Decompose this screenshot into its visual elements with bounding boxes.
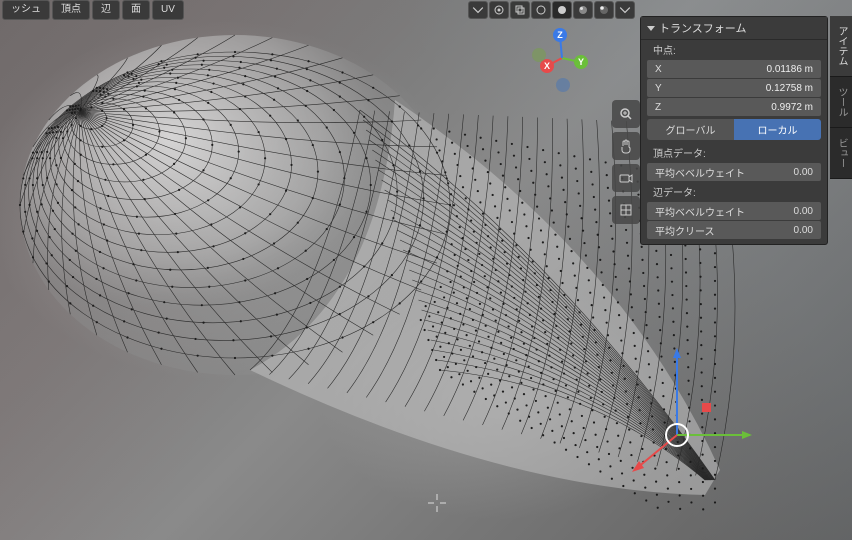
solid-shading-icon[interactable] bbox=[552, 1, 572, 19]
coord-x-field[interactable]: X0.01186 m bbox=[647, 60, 821, 78]
local-space-button[interactable]: ローカル bbox=[734, 119, 821, 140]
zoom-icon[interactable] bbox=[612, 100, 640, 128]
pan-hand-icon[interactable] bbox=[612, 132, 640, 160]
median-label: 中点: bbox=[641, 40, 827, 59]
tab-view[interactable]: ビュー bbox=[830, 128, 852, 179]
n-panel-tabs: アイテム ツール ビュー bbox=[830, 16, 852, 179]
coord-y-field[interactable]: Y0.12758 m bbox=[647, 79, 821, 97]
gizmo-y-axis[interactable]: Y bbox=[574, 55, 588, 69]
crease-field[interactable]: 平均クリース0.00 bbox=[647, 221, 821, 239]
overlay-shading-row bbox=[468, 1, 635, 19]
vertex-data-label: 頂点データ: bbox=[641, 143, 827, 162]
collapse-triangle-icon[interactable] bbox=[647, 26, 655, 31]
perspective-toggle-icon[interactable] bbox=[612, 196, 640, 224]
menu-edge[interactable]: 辺 bbox=[92, 0, 120, 20]
global-space-button[interactable]: グローバル bbox=[647, 119, 734, 140]
tab-item[interactable]: アイテム bbox=[830, 16, 852, 77]
tab-tool[interactable]: ツール bbox=[830, 77, 852, 128]
wireframe-shading-icon[interactable] bbox=[531, 1, 551, 19]
rendered-shading-icon[interactable] bbox=[594, 1, 614, 19]
material-shading-icon[interactable] bbox=[573, 1, 593, 19]
overlay-toggle-icon[interactable] bbox=[489, 1, 509, 19]
shading-dropdown-icon[interactable] bbox=[615, 1, 635, 19]
transform-panel: トランスフォーム 中点: X0.01186 m Y0.12758 m Z0.99… bbox=[640, 16, 828, 245]
menu-uv[interactable]: UV bbox=[152, 0, 184, 20]
coord-z-field[interactable]: Z0.9972 m bbox=[647, 98, 821, 116]
menu-vertex[interactable]: 頂点 bbox=[52, 0, 90, 20]
menu-face[interactable]: 面 bbox=[122, 0, 150, 20]
gizmo-neg-z[interactable] bbox=[556, 78, 570, 92]
gizmo-neg-y[interactable] bbox=[532, 48, 546, 62]
gizmo-z-axis[interactable]: Z bbox=[553, 28, 567, 42]
crosshair-cursor-icon bbox=[428, 494, 446, 512]
menu-mesh[interactable]: ッシュ bbox=[2, 0, 50, 20]
dropdown-icon[interactable] bbox=[468, 1, 488, 19]
xray-toggle-icon[interactable] bbox=[510, 1, 530, 19]
panel-title: トランスフォーム bbox=[659, 20, 746, 36]
bevel-weight-edge-field[interactable]: 平均ベベルウェイト0.00 bbox=[647, 202, 821, 220]
edge-data-label: 辺データ: bbox=[641, 182, 827, 201]
camera-view-icon[interactable] bbox=[612, 164, 640, 192]
viewport-tool-column bbox=[612, 100, 640, 224]
bevel-weight-vertex-field[interactable]: 平均ベベルウェイト0.00 bbox=[647, 163, 821, 181]
navigation-gizmo[interactable]: X Y Z bbox=[522, 18, 602, 98]
panel-header[interactable]: トランスフォーム bbox=[641, 17, 827, 40]
